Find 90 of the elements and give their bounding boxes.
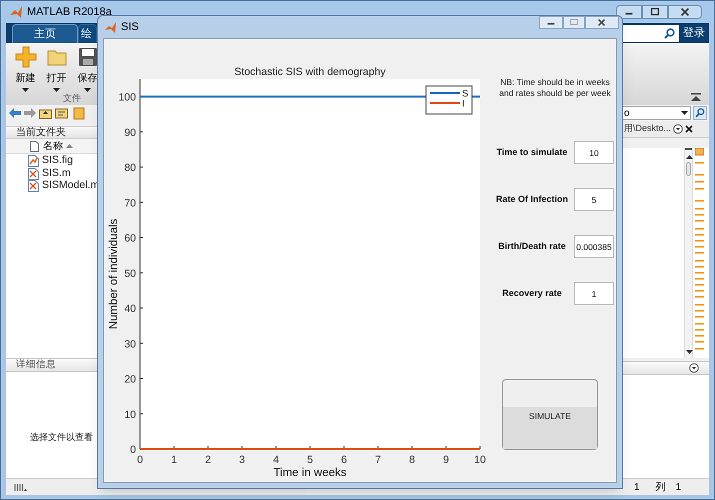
tick-label: 4 [273,454,279,466]
script-file-icon [28,180,39,192]
close-button[interactable] [668,5,702,19]
tick-label: 2 [205,454,211,466]
dropdown-caret-icon [681,111,688,115]
address-field[interactable]: o [622,106,691,120]
scroll-up-icon [686,154,692,159]
column-number: 1 [676,480,682,494]
axis-label: Number of individuals [108,218,120,330]
input-field[interactable]: 10 [574,141,614,164]
tick-label: 80 [124,162,136,174]
column-header[interactable]: 名称 [43,138,73,154]
input-field[interactable]: 0.000385 [574,235,614,258]
note-text: NB: Time should be in weeks and rates should be per week [498,77,612,99]
circled-caret-icon[interactable] [673,124,684,134]
scroll-down-icon [686,350,692,355]
simulate-button[interactable]: SIMULATE [502,379,598,450]
browse-folder-icon[interactable] [55,108,68,118]
field-label: Recovery rate [501,286,563,300]
tick-label: 1 [171,454,177,466]
search-icon [664,28,675,39]
script-file-icon [28,168,39,180]
window-title: SIS [121,20,139,35]
tick-label: 50 [124,268,136,280]
field-label: Rate Of Infection [494,192,569,206]
sort-ascending-icon [66,144,73,148]
grip-icon[interactable] [14,482,27,492]
tick-label: 60 [124,232,136,245]
path-text: 用\Deskto... [624,122,672,136]
scrollbar[interactable] [684,148,693,358]
search-field[interactable] [623,25,679,42]
legend-label: I [462,98,465,110]
tick-label: 0 [130,444,136,456]
line-number: 1 [634,480,640,494]
close-icon[interactable] [685,125,694,133]
sign-in-link[interactable]: 登录 [679,24,709,42]
tick-label: 6 [341,454,347,466]
tick-label: 100 [118,92,136,104]
scroll-thumb[interactable] [686,162,691,176]
toolbar-button[interactable]: 新建 [12,46,39,92]
tick-label: 90 [124,126,136,139]
tick-label: 8 [409,454,415,466]
file-row[interactable]: SIS.m [28,168,71,180]
tick-label: 30 [124,338,136,350]
column-label: 列 [656,480,666,494]
maximize-button[interactable] [642,5,668,19]
field-label: Time to simulate [496,146,568,159]
minimize-button[interactable] [539,16,563,29]
chart-title: Stochastic SIS with demography [234,66,386,78]
input-field[interactable]: 1 [574,282,614,305]
toolbar-button[interactable]: 打开 [43,46,70,92]
tick-label: 0 [137,454,143,466]
plus-icon [14,46,36,68]
panel-title: 详细信息 [16,358,56,372]
close-button[interactable] [585,16,619,29]
folder-up-icon[interactable] [39,108,52,118]
caret-icon [22,88,29,92]
minimize-button[interactable] [616,5,642,19]
ribbon-tab[interactable]: 绘 [78,24,97,43]
tick-label: 10 [124,408,136,421]
caret-icon [53,88,60,92]
file-row[interactable]: SISModel.m [28,180,100,192]
legend-label: S [462,88,468,100]
details-message: 选择文件以查看 [30,432,93,442]
toolbar-button[interactable]: 保存 [74,46,101,92]
tick-label: 9 [443,454,449,466]
field-label: Birth/Death rate [497,240,567,253]
window-title: MATLAB R2018a [27,4,112,20]
legend-box [426,86,472,114]
axis-label: Time in weeks [273,467,347,479]
section-label: 文件 [63,93,81,105]
tick-label: 40 [124,303,136,316]
tick-label: 20 [124,374,136,386]
app-logo-icon [104,20,117,34]
tick-label: 5 [307,454,313,466]
tick-label: 7 [375,454,381,466]
tick-label: 10 [474,454,486,466]
ribbon-tab[interactable]: 主页 [12,24,78,43]
caret-icon [84,88,91,92]
tick-label: 70 [124,197,136,210]
back-arrow-icon[interactable] [9,108,21,118]
input-field[interactable]: 5 [574,188,614,211]
circled-caret-icon[interactable] [689,363,699,373]
folder-icon[interactable] [73,106,85,120]
file-row[interactable]: SIS.fig [28,155,73,168]
search-icon[interactable] [693,106,707,120]
panel-title: 当前文件夹 [16,126,66,140]
app-logo-icon [9,5,23,19]
collapse-icon[interactable] [691,93,701,101]
tick-label: 3 [239,454,245,466]
